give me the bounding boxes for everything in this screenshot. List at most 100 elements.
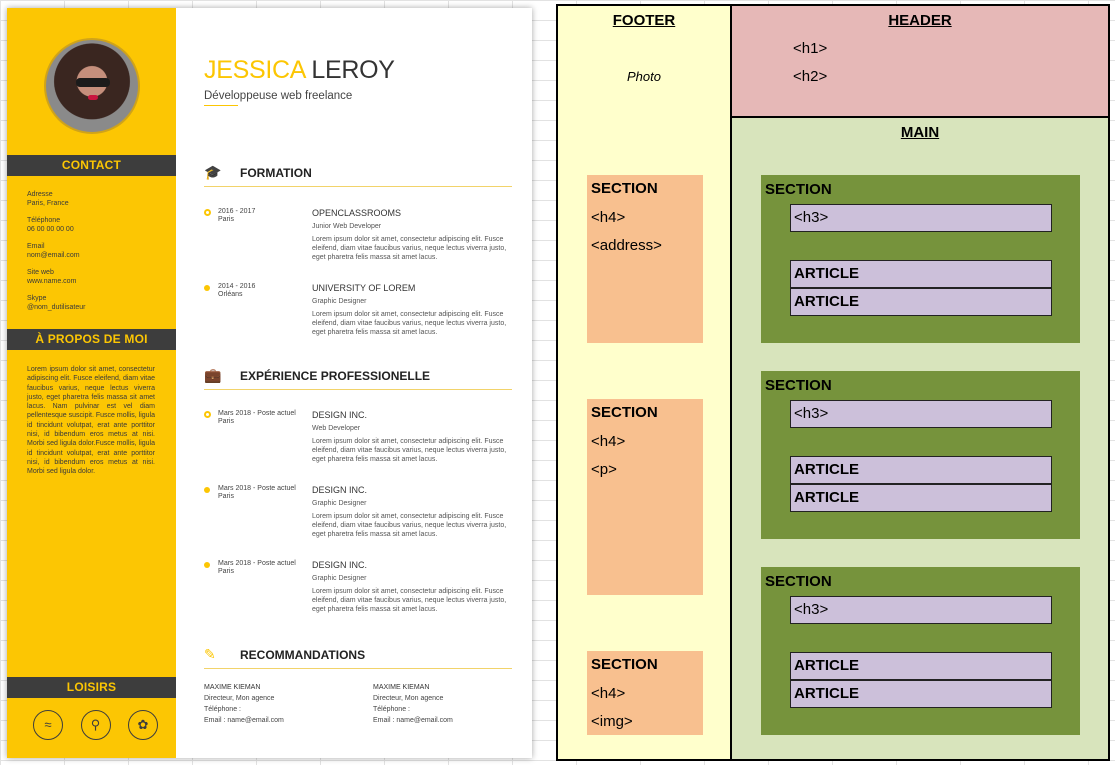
entry-desc: Lorem ipsum dolor sit amet, consectetur … [312, 236, 507, 261]
entry-role: Web Developer [312, 425, 361, 432]
entry-org: OPENCLASSROOMS [312, 208, 402, 218]
article-box: ARTICLE [790, 680, 1052, 708]
article-box: ARTICLE [790, 652, 1052, 680]
entry-desc: Lorem ipsum dolor sit amet, consectetur … [312, 438, 507, 463]
entry-date: Mars 2018 - Poste actuel [218, 560, 296, 567]
last-name: LEROY [311, 56, 395, 84]
experience-title: EXPÉRIENCE PROFESSIONELLE [240, 369, 431, 383]
main-title: MAIN [900, 124, 940, 141]
footer-section: SECTION <h4> <p> [587, 399, 703, 595]
recommendations-title: RECOMMANDATIONS [240, 648, 366, 662]
footer-block: FOOTER Photo SECTION <h4> <address> SECT… [558, 6, 732, 759]
h3-box: <h3> [790, 596, 1052, 624]
contact-label: Site web [27, 269, 54, 276]
section-label: SECTION [765, 573, 832, 590]
entry-org: DESIGN INC. [312, 410, 368, 420]
recommendation-card: MAXIME KIEMAN Directeur, Mon agence Télé… [204, 682, 354, 726]
layout-diagram: FOOTER Photo SECTION <h4> <address> SECT… [556, 4, 1110, 761]
footer-title: FOOTER [612, 12, 676, 29]
cycling-icon: ⚲ [80, 710, 111, 740]
entry-place: Paris [218, 568, 234, 575]
timeline-dot [203, 411, 211, 418]
main-block: MAIN SECTION <h3> ARTICLE ARTICLE SECTIO… [732, 118, 1108, 759]
tag-label: <h4> [591, 685, 626, 702]
reco-name: MAXIME KIEMAN [373, 684, 430, 691]
entry-desc: Lorem ipsum dolor sit amet, consectetur … [312, 311, 507, 336]
recommendation-card: MAXIME KIEMAN Directeur, Mon agence Télé… [373, 682, 523, 726]
graduation-cap-icon: 🎓 [204, 164, 222, 180]
contact-value: @nom_dutilisateur [27, 304, 86, 311]
hobbies-title: LOISIRS [7, 677, 176, 698]
sunglasses-shape [76, 78, 110, 87]
entry-org: DESIGN INC. [312, 485, 368, 495]
entry-date: 2016 - 2017 [218, 208, 256, 215]
cv-page: CONTACT Adresse Paris, France Téléphone … [7, 8, 532, 758]
h3-box: <h3> [790, 204, 1052, 232]
entry-desc: Lorem ipsum dolor sit amet, consectetur … [312, 513, 507, 538]
article-box: ARTICLE [790, 484, 1052, 512]
cv-main: JESSICA LEROY Développeuse web freelance… [176, 8, 532, 758]
entry-place: Orléans [218, 291, 243, 298]
swimming-icon: ≈ [33, 710, 63, 740]
contact-label: Email [27, 243, 45, 250]
section-label: SECTION [591, 404, 658, 421]
h3-box: <h3> [790, 400, 1052, 428]
contact-item: Téléphone 06 00 00 00 00 [27, 216, 167, 234]
entry-role: Junior Web Developer [312, 223, 382, 230]
tag-label: <h2> [793, 68, 828, 85]
entry-place: Paris [218, 216, 234, 223]
contact-list: Adresse Paris, France Téléphone 06 00 00… [27, 190, 167, 320]
contact-label: Téléphone [27, 217, 61, 224]
timeline-dot [204, 562, 210, 568]
reco-phone: Téléphone : [373, 706, 410, 713]
contact-item: Adresse Paris, France [27, 190, 167, 208]
profile-photo [44, 38, 140, 134]
tag-label: <address> [591, 237, 662, 254]
main-section: SECTION <h3> ARTICLE ARTICLE [761, 371, 1080, 539]
section-label: SECTION [765, 181, 832, 198]
cv-name: JESSICA LEROY [204, 56, 395, 85]
recommendations-heading: ✎ RECOMMANDATIONS [204, 645, 512, 669]
entry-place: Paris [218, 493, 234, 500]
contact-item: Skype @nom_dutilisateur [27, 294, 167, 312]
tag-label: <h4> [591, 209, 626, 226]
entry-desc: Lorem ipsum dolor sit amet, consectetur … [312, 588, 507, 613]
section-label: SECTION [765, 377, 832, 394]
header-block: HEADER <h1> <h2> [732, 6, 1108, 118]
hobbies-icons: ≈ ⚲ ✿ [33, 710, 158, 740]
reco-phone: Téléphone : [204, 706, 241, 713]
header-title: HEADER [888, 12, 952, 29]
tag-label: <p> [591, 461, 617, 478]
photo-label: Photo [627, 69, 661, 84]
entry-org: DESIGN INC. [312, 560, 368, 570]
first-name: JESSICA [204, 56, 305, 84]
tag-label: <h1> [793, 40, 828, 57]
contact-title: CONTACT [7, 155, 176, 176]
section-label: SECTION [591, 656, 658, 673]
article-box: ARTICLE [790, 288, 1052, 316]
lips-shape [88, 95, 98, 100]
footer-section: SECTION <h4> <address> [587, 175, 703, 343]
reco-email: Email : name@email.com [373, 717, 453, 724]
entry-role: Graphic Designer [312, 298, 367, 305]
article-box: ARTICLE [790, 456, 1052, 484]
tag-label: <img> [591, 713, 633, 730]
contact-value: Paris, France [27, 200, 69, 207]
contact-item: Site web www.name.com [27, 268, 167, 286]
contact-item: Email nom@email.com [27, 242, 167, 260]
timeline-dot [204, 285, 210, 291]
entry-org: UNIVERSITY OF LOREM [312, 283, 416, 293]
about-title: À PROPOS DE MOI [7, 329, 176, 350]
contact-label: Skype [27, 295, 47, 302]
timeline-dot [204, 487, 210, 493]
job-underline [204, 105, 238, 106]
contact-value: 06 00 00 00 00 [27, 226, 74, 233]
entry-date: Mars 2018 - Poste actuel [218, 485, 296, 492]
contact-label: Adresse [27, 191, 53, 198]
main-section: SECTION <h3> ARTICLE ARTICLE [761, 567, 1080, 735]
section-label: SECTION [591, 180, 658, 197]
entry-date: Mars 2018 - Poste actuel [218, 410, 296, 417]
reco-title: Directeur, Mon agence [373, 695, 444, 702]
entry-place: Paris [218, 418, 234, 425]
entry-role: Graphic Designer [312, 500, 367, 507]
